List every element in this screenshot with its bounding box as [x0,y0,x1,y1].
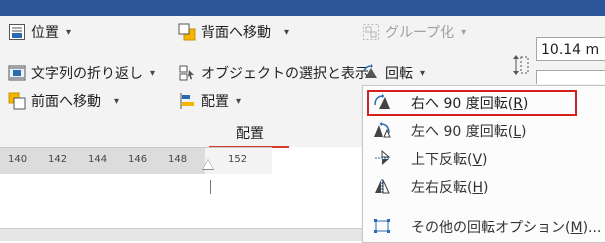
rotate-right-90-icon [373,93,391,111]
align-icon [178,92,196,110]
align-label: 配置 [201,94,229,110]
rotate-left-90-icon [373,121,391,139]
bring-forward-button[interactable]: 前面へ移動 ▾ [8,89,119,113]
align-button[interactable]: 配置 ▾ [178,89,241,113]
ruler-tick: 144 [88,154,108,165]
chevron-down-icon: ▾ [66,26,72,38]
wrap-text-icon [8,64,26,82]
selection-pane-button[interactable]: オブジェクトの選択と表示 [178,61,369,85]
shape-width-input[interactable] [536,70,605,84]
position-label: 位置 [31,25,59,41]
ruler-tick: 152 [228,154,248,165]
rotate-button[interactable]: 回転 ▾ [362,61,425,85]
ruler-tick: 146 [128,154,148,165]
wrap-text-button[interactable]: 文字列の折り返し ▾ [8,61,155,85]
indent-marker-inner [203,160,213,169]
shape-height-input[interactable]: 10.14 m [536,37,605,61]
send-backward-label: 背面へ移動 [201,25,271,41]
text-cursor [210,180,211,194]
menu-item-label: 左へ 90 度回転(L) [411,124,527,140]
ruler-tick: 140 [8,154,28,165]
bring-forward-icon [8,92,26,110]
chevron-down-icon: ▾ [461,26,467,38]
chevron-down-icon: ▾ [420,67,426,79]
send-backward-button[interactable]: 背面へ移動 ▾ [178,20,289,44]
ruler-tick: 142 [48,154,68,165]
horizontal-ruler[interactable]: 140 142 144 146 148 152 [0,147,272,174]
rotate-dropdown-menu: 右へ 90 度回転(R) 左へ 90 度回転(L) 上下反転(V) 左右反転(H… [362,85,605,243]
flip-horizontal-icon [373,177,391,195]
rotate-icon [362,64,380,82]
document-canvas [0,174,362,241]
menu-item-flip-vertical[interactable]: 上下反転(V) [363,144,605,172]
menu-item-label: 左右反転(H) [411,180,489,196]
chevron-down-icon: ▾ [284,26,290,38]
group-label: グループ化 [385,25,455,41]
ruler-tick: 148 [168,154,188,165]
menu-item-label: その他の回転オプション(M)... [411,220,602,236]
selection-pane-icon [178,64,196,82]
group-objects-icon [362,23,380,41]
title-bar [0,0,605,16]
chevron-down-icon: ▾ [150,67,156,79]
wrap-text-label: 文字列の折り返し [31,66,143,82]
send-backward-icon [178,23,196,41]
position-button[interactable]: 位置 ▾ [8,20,71,44]
menu-item-more-rotation-options[interactable]: その他の回転オプション(M)... [363,212,605,240]
arrange-group-label: 配置 [236,126,264,142]
selection-pane-label: オブジェクトの選択と表示 [201,66,369,82]
document-page[interactable] [0,174,362,229]
group-button[interactable]: グループ化 ▾ [362,20,466,44]
more-rotation-options-icon [373,217,391,235]
menu-item-label: 上下反転(V) [411,152,488,168]
menu-item-label: 右へ 90 度回転(R) [411,96,529,112]
chevron-down-icon: ▾ [114,95,120,107]
chevron-down-icon: ▾ [236,95,242,107]
menu-item-rotate-right-90[interactable]: 右へ 90 度回転(R) [363,88,605,116]
menu-item-rotate-left-90[interactable]: 左へ 90 度回転(L) [363,116,605,144]
rotate-label: 回転 [385,66,413,82]
bring-forward-label: 前面へ移動 [31,94,101,110]
menu-item-flip-horizontal[interactable]: 左右反転(H) [363,172,605,200]
position-icon [8,23,26,41]
height-icon [510,54,530,76]
flip-vertical-icon [373,149,391,167]
